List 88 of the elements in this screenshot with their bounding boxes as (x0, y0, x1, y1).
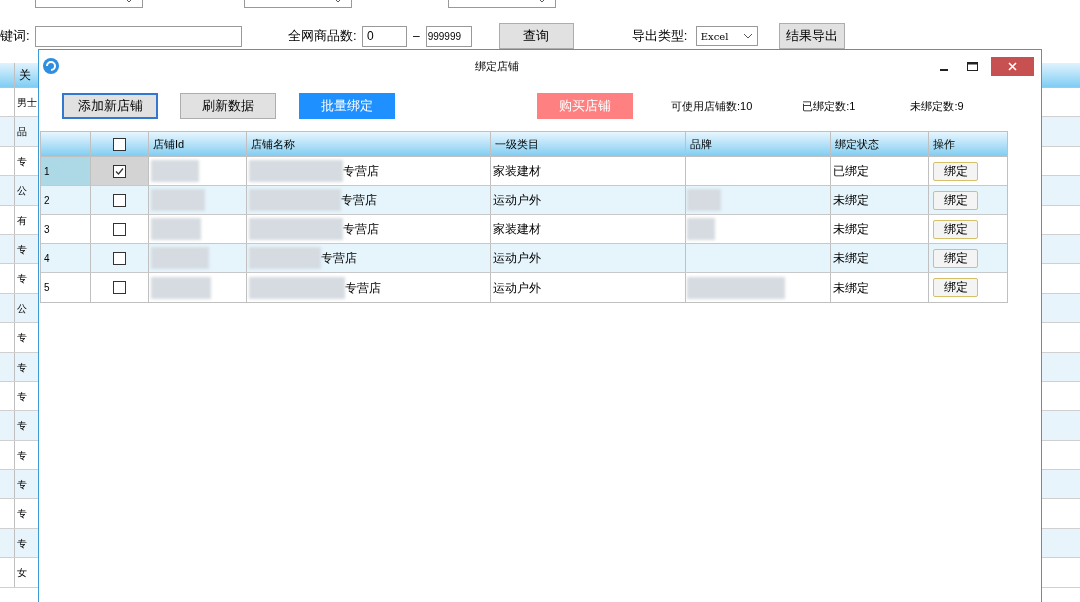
table-cell-text: 专 (16, 360, 27, 375)
maximize-icon[interactable] (967, 61, 978, 71)
table-cell-text: 公 (16, 301, 27, 316)
table-cell-text: 女 (16, 566, 27, 581)
table-cell-text: 运动户外 (492, 192, 541, 209)
row-number: 1 (44, 164, 50, 179)
table-cell-text: 未绑定 (833, 221, 870, 238)
bind-button[interactable]: 绑定 (933, 190, 979, 210)
app-logo-icon (42, 57, 60, 75)
table-cell-text: 男士 (16, 96, 36, 110)
bind-button[interactable]: 绑定 (933, 219, 979, 239)
table-cell-text: 专营店 (320, 250, 357, 267)
row-number: 2 (44, 193, 50, 208)
column-header: 店铺Id (152, 136, 185, 152)
blurred-text (150, 218, 201, 240)
table-cell-text: 专 (16, 448, 27, 463)
table-cell-text: 专营店 (342, 163, 379, 180)
blurred-text (150, 160, 199, 182)
bind-button[interactable]: 绑定 (933, 161, 979, 181)
table-cell-text: 专 (16, 536, 27, 551)
query-button[interactable]: 查询 (498, 23, 574, 49)
close-button[interactable] (991, 56, 1034, 76)
checkbox[interactable] (112, 251, 126, 265)
export-type-label: 导出类型: (631, 27, 689, 46)
blurred-text (150, 276, 211, 299)
table-row[interactable]: 4 专营店 运动户外 未绑定 绑定 (41, 244, 1007, 273)
table-cell-text: 专 (16, 478, 27, 493)
table-cell-text: 已绑定 (833, 163, 870, 180)
checkbox[interactable] (112, 164, 126, 178)
row-number: 4 (44, 251, 50, 266)
bind-button[interactable]: 绑定 (933, 278, 979, 297)
close-icon (1008, 61, 1017, 71)
table-cell-text: 专 (16, 272, 27, 287)
table-cell-text: 专营店 (340, 192, 377, 209)
table-cell-text: 专 (16, 331, 27, 346)
blurred-text (687, 218, 716, 240)
table-cell-text: 运动户外 (492, 279, 541, 297)
export-type-dropdown[interactable]: Excel (695, 26, 758, 46)
table-cell-text: 未绑定 (833, 192, 870, 209)
table-cell-text: 专 (16, 419, 27, 434)
column-header: 店铺名称 (250, 136, 295, 152)
table-cell-text: 专营店 (342, 221, 379, 238)
table-cell-text: 专 (16, 507, 27, 522)
stat-text: 可使用店铺数:10 (671, 98, 753, 114)
max-count-field[interactable]: 999999 (425, 25, 472, 47)
table-cell-text: 专 (16, 154, 27, 169)
count-label: 全网商品数: (288, 27, 358, 46)
checkbox[interactable] (112, 137, 126, 151)
column-header: 操作 (933, 136, 956, 152)
table-cell-text: 运动户外 (492, 250, 541, 267)
table-cell-text: 未绑定 (833, 279, 870, 297)
table-cell-text: 品 (16, 125, 27, 140)
table-cell-text: 未绑定 (833, 250, 870, 267)
bind-button[interactable]: 绑定 (933, 248, 979, 268)
table-cell-text: 专营店 (344, 279, 381, 297)
column-header: 一级类目 (494, 136, 539, 152)
blurred-text (150, 247, 209, 269)
table-row[interactable]: 1 专营店 家装建材 已绑定 绑定 (41, 157, 1007, 186)
window-title: 绑定店铺 (475, 59, 519, 74)
chevron-down-icon (742, 33, 753, 39)
minimize-icon[interactable] (939, 68, 949, 72)
keyword-field[interactable] (35, 25, 242, 47)
export-button[interactable]: 结果导出 (778, 23, 845, 49)
toolbar-button[interactable]: 添加新店铺 (62, 93, 158, 119)
row-number: 5 (44, 281, 50, 295)
table-row[interactable]: 3 专营店 家装建材 未绑定 绑定 (41, 215, 1007, 244)
table-cell-text: 公 (16, 184, 27, 199)
stat-text: 已绑定数:1 (802, 98, 856, 114)
table-cell-text: 家装建材 (492, 163, 541, 180)
toolbar-button[interactable]: 刷新数据 (180, 93, 276, 119)
column-header: 品牌 (690, 136, 713, 152)
row-number: 3 (44, 222, 50, 237)
table-cell-text: 有 (16, 213, 27, 228)
min-count-field[interactable]: 0 (362, 25, 407, 47)
table-cell-text: 专 (16, 242, 27, 257)
column-header: 绑定状态 (835, 136, 880, 152)
checkbox[interactable] (112, 222, 126, 236)
column-header: 关 (18, 67, 31, 84)
checkbox[interactable] (112, 281, 126, 294)
table-cell-text: 专 (16, 389, 27, 404)
table-cell-text: 家装建材 (492, 221, 541, 238)
blurred-text (150, 189, 205, 211)
checkbox[interactable] (112, 193, 126, 207)
keyword-label: 键词: (0, 27, 31, 46)
stat-text: 未绑定数:9 (910, 98, 964, 114)
table-row[interactable]: 2 专营店 运动户外 未绑定 绑定 (41, 186, 1007, 215)
blurred-text (687, 189, 722, 211)
dash: – (413, 28, 420, 45)
